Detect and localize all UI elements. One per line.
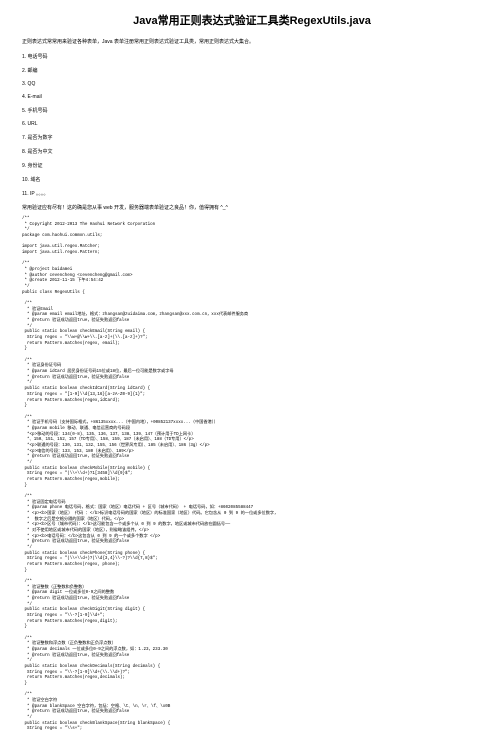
list-item: 3. QQ [22, 81, 482, 87]
note-text: 常用验证应有尽有！这的确是您从事 web 开发，服务器端表单验证之良品！你，值得… [22, 204, 482, 211]
numbered-list: 1. 电话号码 2. 邮编 3. QQ 4. E-mail 5. 手机号码 6.… [22, 53, 482, 197]
list-item: 10. 域名 [22, 176, 482, 183]
list-item: 6. URL [22, 121, 482, 127]
list-item: 11. IP 。。。。 [22, 190, 482, 197]
list-item: 7. 是否为数字 [22, 134, 482, 141]
list-item: 9. 身份证 [22, 162, 482, 169]
code-block: /** * Copyright 2012-2013 The Haohui Net… [22, 217, 482, 733]
list-item: 8. 是否为中文 [22, 148, 482, 155]
intro-text: 正则表达式常常用来验证各种表单，Java 表单注册常用正则表达式验证工具类，常用… [22, 38, 482, 45]
list-item: 5. 手机号码 [22, 107, 482, 114]
list-item: 2. 邮编 [22, 67, 482, 74]
page-title: Java常用正则表达式验证工具类RegexUtils.java [22, 12, 482, 28]
list-item: 1. 电话号码 [22, 53, 482, 60]
list-item: 4. E-mail [22, 94, 482, 100]
